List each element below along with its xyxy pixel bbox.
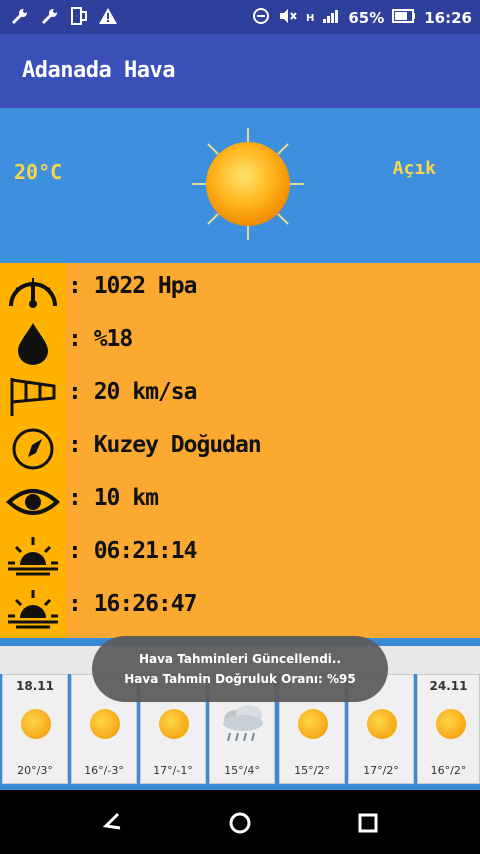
sunset-icon (8, 590, 58, 629)
do-not-disturb-icon (252, 7, 270, 29)
detail-row-direction: : Kuzey Doğudan (0, 422, 480, 476)
sunrise-icon (8, 537, 58, 576)
mute-icon (278, 7, 298, 29)
forecast-temp-range: 17°/-1° (153, 764, 193, 777)
forecast-day-card[interactable]: 24.11 16°/2° (417, 674, 480, 784)
app-title: Adanada Hava (22, 58, 175, 83)
toast-line-1: Hava Tahminleri Güncellendi.. (138, 652, 342, 666)
forecast-temp-range: 17°/2° (363, 764, 399, 777)
status-bar: H 65% 16:26 (0, 0, 480, 34)
sunset-value: : 16:26:47 (68, 591, 197, 617)
sun-icon (436, 709, 466, 739)
detail-row-visibility: : 10 km (0, 475, 480, 529)
weather-condition: Açık (392, 158, 436, 179)
update-toast: Hava Tahminleri Güncellendi.. Hava Tahmi… (92, 636, 388, 702)
home-icon (229, 812, 251, 834)
humidity-drop-icon (18, 323, 48, 365)
wrench-icon (10, 6, 30, 30)
detail-row-pressure: : 1022 Hpa (0, 263, 480, 317)
rain-cloud-icon (223, 705, 263, 742)
warning-icon (98, 6, 118, 30)
clock: 16:26 (424, 9, 472, 27)
pressure-value: : 1022 Hpa (68, 273, 197, 299)
sun-icon (21, 709, 51, 739)
sunrise-value: : 06:21:14 (68, 538, 197, 564)
wind-value: : 20 km/sa (68, 379, 197, 405)
status-system: H 65% 16:26 (252, 7, 472, 29)
sun-icon (298, 709, 328, 739)
back-button[interactable] (100, 810, 126, 836)
sun-icon (90, 709, 120, 739)
recents-icon (358, 813, 378, 833)
app-bar: Adanada Hava (0, 34, 480, 108)
toast-line-2: Hava Tahmin Doğruluk Oranı: %95 (124, 672, 356, 686)
recents-button[interactable] (355, 810, 381, 836)
sun-icon (367, 709, 397, 739)
system-nav-bar (0, 790, 480, 854)
device-icon (70, 6, 88, 30)
visibility-eye-icon (6, 489, 60, 515)
battery-percent: 65% (348, 9, 385, 27)
status-notifications (10, 6, 118, 30)
home-button[interactable] (227, 810, 253, 836)
forecast-temp-range: 15°/2° (294, 764, 330, 777)
weather-details: : 1022 Hpa : %18 : 20 km/sa : Kuzey Doğu… (0, 263, 480, 638)
signal-icon (322, 8, 340, 28)
back-icon (102, 812, 121, 830)
battery-icon (392, 9, 416, 27)
visibility-value: : 10 km (68, 485, 159, 511)
detail-row-sunrise: : 06:21:14 (0, 528, 480, 582)
forecast-temp-range: 16°/2° (430, 764, 467, 777)
current-temperature: 20°C (14, 160, 63, 184)
pressure-gauge-icon (9, 278, 57, 308)
wrench-icon (40, 6, 60, 30)
sun-icon (192, 128, 304, 240)
forecast-date: 18.11 (16, 679, 54, 693)
network-type: H (305, 12, 315, 24)
sun-icon (159, 709, 189, 739)
forecast-temp-range: 16°/-3° (84, 764, 124, 777)
detail-row-humidity: : %18 (0, 316, 480, 370)
forecast-temp-range: 20°/3° (17, 764, 53, 777)
current-weather-panel: 20°C Açık (0, 108, 480, 263)
forecast-date: 24.11 (429, 679, 468, 693)
detail-row-wind: : 20 km/sa (0, 369, 480, 423)
compass-icon (12, 428, 54, 470)
wind-direction-value: : Kuzey Doğudan (68, 432, 262, 458)
windsock-icon (10, 378, 56, 416)
forecast-temp-range: 15°/4° (224, 764, 260, 777)
humidity-value: : %18 (68, 326, 133, 352)
forecast-day-card[interactable]: 18.11 20°/3° (2, 674, 68, 784)
detail-row-sunset: : 16:26:47 (0, 581, 480, 635)
